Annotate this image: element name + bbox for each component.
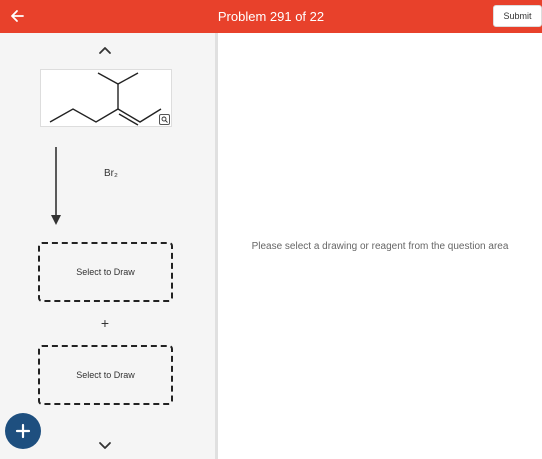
submit-button[interactable]: Submit <box>493 5 542 27</box>
chevron-down-icon[interactable] <box>98 441 112 451</box>
product-slot-label: Select to Draw <box>76 267 135 277</box>
product-slot-1[interactable]: Select to Draw <box>38 242 173 302</box>
zoom-icon <box>161 116 168 123</box>
chevron-up-icon[interactable] <box>98 45 112 55</box>
product-slot-2[interactable]: Select to Draw <box>38 345 173 405</box>
product-slot-label: Select to Draw <box>76 370 135 380</box>
back-button[interactable] <box>6 5 28 27</box>
top-bar: Problem 291 of 22 Submit <box>0 0 542 33</box>
starting-material-card[interactable] <box>40 69 172 127</box>
arrow-left-icon <box>11 10 24 22</box>
molecule-structure <box>49 72 162 126</box>
question-panel: Br₂ Select to Draw + Select to Draw <box>0 33 215 459</box>
add-icon <box>15 423 31 439</box>
reaction-arrow-icon <box>51 147 61 225</box>
hint-text: Please select a drawing or reagent from … <box>251 241 509 252</box>
answer-panel: Please select a drawing or reagent from … <box>218 33 542 459</box>
zoom-button[interactable] <box>159 114 170 125</box>
plus-symbol: + <box>100 315 110 331</box>
page-title: Problem 291 of 22 <box>217 9 325 24</box>
add-button[interactable] <box>5 413 41 449</box>
reagent-label[interactable]: Br₂ <box>104 168 118 179</box>
